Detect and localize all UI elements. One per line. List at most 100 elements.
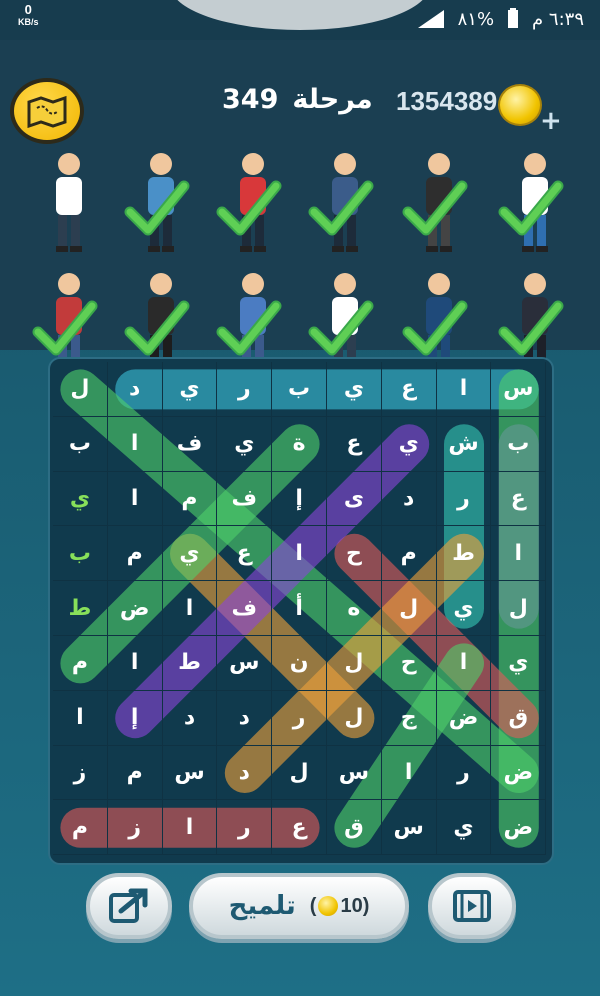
grid-cell[interactable]: ض <box>491 745 547 801</box>
grid-cell[interactable]: ع <box>217 526 273 582</box>
grid-cell[interactable]: ا <box>436 636 492 691</box>
grid-cell[interactable]: ة <box>272 416 327 472</box>
profession-police-officer <box>124 146 196 258</box>
grid-cell[interactable]: ي <box>162 362 218 417</box>
hint-button[interactable]: تلميح ( 10 ) <box>189 873 409 939</box>
grid-cell[interactable]: ش <box>436 416 492 472</box>
coin-icon <box>498 84 542 126</box>
grid-cell[interactable]: ل <box>327 690 382 746</box>
grid-cell[interactable]: أ <box>272 581 327 636</box>
grid-cell[interactable]: ا <box>53 690 108 746</box>
grid-cell[interactable]: ف <box>217 581 273 636</box>
grid-cell[interactable]: ط <box>436 526 492 582</box>
grid-cell[interactable]: ض <box>107 581 163 636</box>
grid-cell[interactable]: ا <box>162 800 218 856</box>
grid-cell[interactable]: م <box>381 526 437 582</box>
grid-cell[interactable]: ي <box>491 636 547 691</box>
watch-video-button[interactable] <box>428 873 516 939</box>
grid-cell[interactable]: ه <box>327 581 382 636</box>
grid-cell[interactable]: ر <box>217 362 273 417</box>
grid-cell[interactable]: ب <box>53 416 108 472</box>
grid-cell[interactable]: ر <box>436 471 492 527</box>
grid-cell[interactable]: ا <box>162 581 218 636</box>
grid-cell[interactable]: ي <box>217 416 273 472</box>
grid-cell[interactable]: ط <box>53 581 108 636</box>
grid-cell[interactable]: ل <box>381 581 437 636</box>
grid-cell[interactable]: د <box>217 745 273 801</box>
grid-cell[interactable]: م <box>162 471 218 527</box>
grid-cell[interactable]: د <box>107 362 163 417</box>
grid-cell[interactable]: ي <box>381 416 437 472</box>
stage-indicator: 349 مرحلة <box>222 84 373 115</box>
grid-cell[interactable]: ز <box>107 800 163 856</box>
grid-cell[interactable]: ع <box>327 416 382 472</box>
grid-cell[interactable]: ا <box>491 526 547 582</box>
share-button[interactable] <box>86 873 172 939</box>
checkmark-icon <box>400 174 470 244</box>
grid-cell[interactable]: م <box>107 526 163 582</box>
profession-firefighter <box>216 146 288 258</box>
grid-cell[interactable]: س <box>162 745 218 801</box>
grid-cell[interactable]: م <box>53 636 108 691</box>
checkmark-icon <box>30 294 100 364</box>
word-grid[interactable]: لديربيعاسبافيةعيشبيامفإىدرعبميعاحمطاطضاف… <box>48 357 554 865</box>
grid-cell[interactable]: ع <box>381 362 437 417</box>
map-button[interactable] <box>10 78 84 144</box>
grid-cell[interactable]: س <box>491 362 547 417</box>
grid-cell[interactable]: ا <box>272 526 327 582</box>
grid-cell[interactable]: ق <box>491 690 547 746</box>
checkmark-icon <box>214 294 284 364</box>
grid-cell[interactable]: ق <box>327 800 382 856</box>
grid-cell[interactable]: ى <box>327 471 382 527</box>
grid-cell[interactable]: د <box>217 690 273 746</box>
grid-cell[interactable]: ر <box>436 745 492 801</box>
grid-cell[interactable]: ي <box>53 471 108 527</box>
hint-label: تلميح <box>228 891 296 921</box>
grid-cell[interactable]: ح <box>327 526 382 582</box>
person-figure <box>56 153 82 252</box>
grid-cell[interactable]: ي <box>162 526 218 582</box>
grid-cell[interactable]: م <box>107 745 163 801</box>
grid-cell[interactable]: ج <box>381 690 437 746</box>
grid-cell[interactable]: س <box>327 745 382 801</box>
grid-cell[interactable]: إ <box>272 471 327 527</box>
hint-cost-close: ) <box>362 894 370 917</box>
add-coins-button[interactable]: + <box>540 106 562 136</box>
grid-cell[interactable]: ل <box>327 636 382 691</box>
grid-cell[interactable]: ب <box>53 526 108 582</box>
grid-cell[interactable]: ل <box>53 362 108 417</box>
grid-cell[interactable]: ا <box>381 745 437 801</box>
grid-cell[interactable]: ز <box>53 745 108 801</box>
grid-cell[interactable]: س <box>381 800 437 856</box>
grid-cell[interactable]: ض <box>491 800 547 856</box>
grid-cell[interactable]: ا <box>436 362 492 417</box>
grid-cell[interactable]: ل <box>272 745 327 801</box>
grid-cell[interactable]: ض <box>436 690 492 746</box>
grid-cell[interactable]: ل <box>491 581 547 636</box>
grid-cell[interactable]: ر <box>217 800 273 856</box>
grid-cell[interactable]: ي <box>327 362 382 417</box>
grid-cell[interactable]: م <box>53 800 108 856</box>
grid-cell[interactable]: ف <box>162 416 218 472</box>
grid-cell[interactable]: ا <box>107 636 163 691</box>
grid-cell[interactable]: ط <box>162 636 218 691</box>
grid-cell[interactable]: ب <box>272 362 327 417</box>
grid-cell[interactable]: د <box>162 690 218 746</box>
grid-cell[interactable]: ا <box>107 416 163 472</box>
grid-cell[interactable]: ي <box>436 800 492 856</box>
profession-doctor <box>34 146 104 258</box>
grid-cell[interactable]: ح <box>381 636 437 691</box>
grid-cell[interactable]: ع <box>491 471 547 527</box>
grid-cell[interactable]: ن <box>272 636 327 691</box>
grid-cell[interactable]: ع <box>272 800 327 856</box>
grid-cell[interactable]: إ <box>107 690 163 746</box>
network-speed-unit: KB/s <box>18 17 39 27</box>
grid-cell[interactable]: ر <box>272 690 327 746</box>
grid-cell[interactable]: ا <box>107 471 163 527</box>
grid-cell[interactable]: ف <box>217 471 273 527</box>
grid-cell[interactable]: د <box>381 471 437 527</box>
grid-cell[interactable]: ب <box>491 416 547 472</box>
grid-cell[interactable]: س <box>217 636 273 691</box>
checkmark-icon <box>214 174 284 244</box>
grid-cell[interactable]: ي <box>436 581 492 636</box>
